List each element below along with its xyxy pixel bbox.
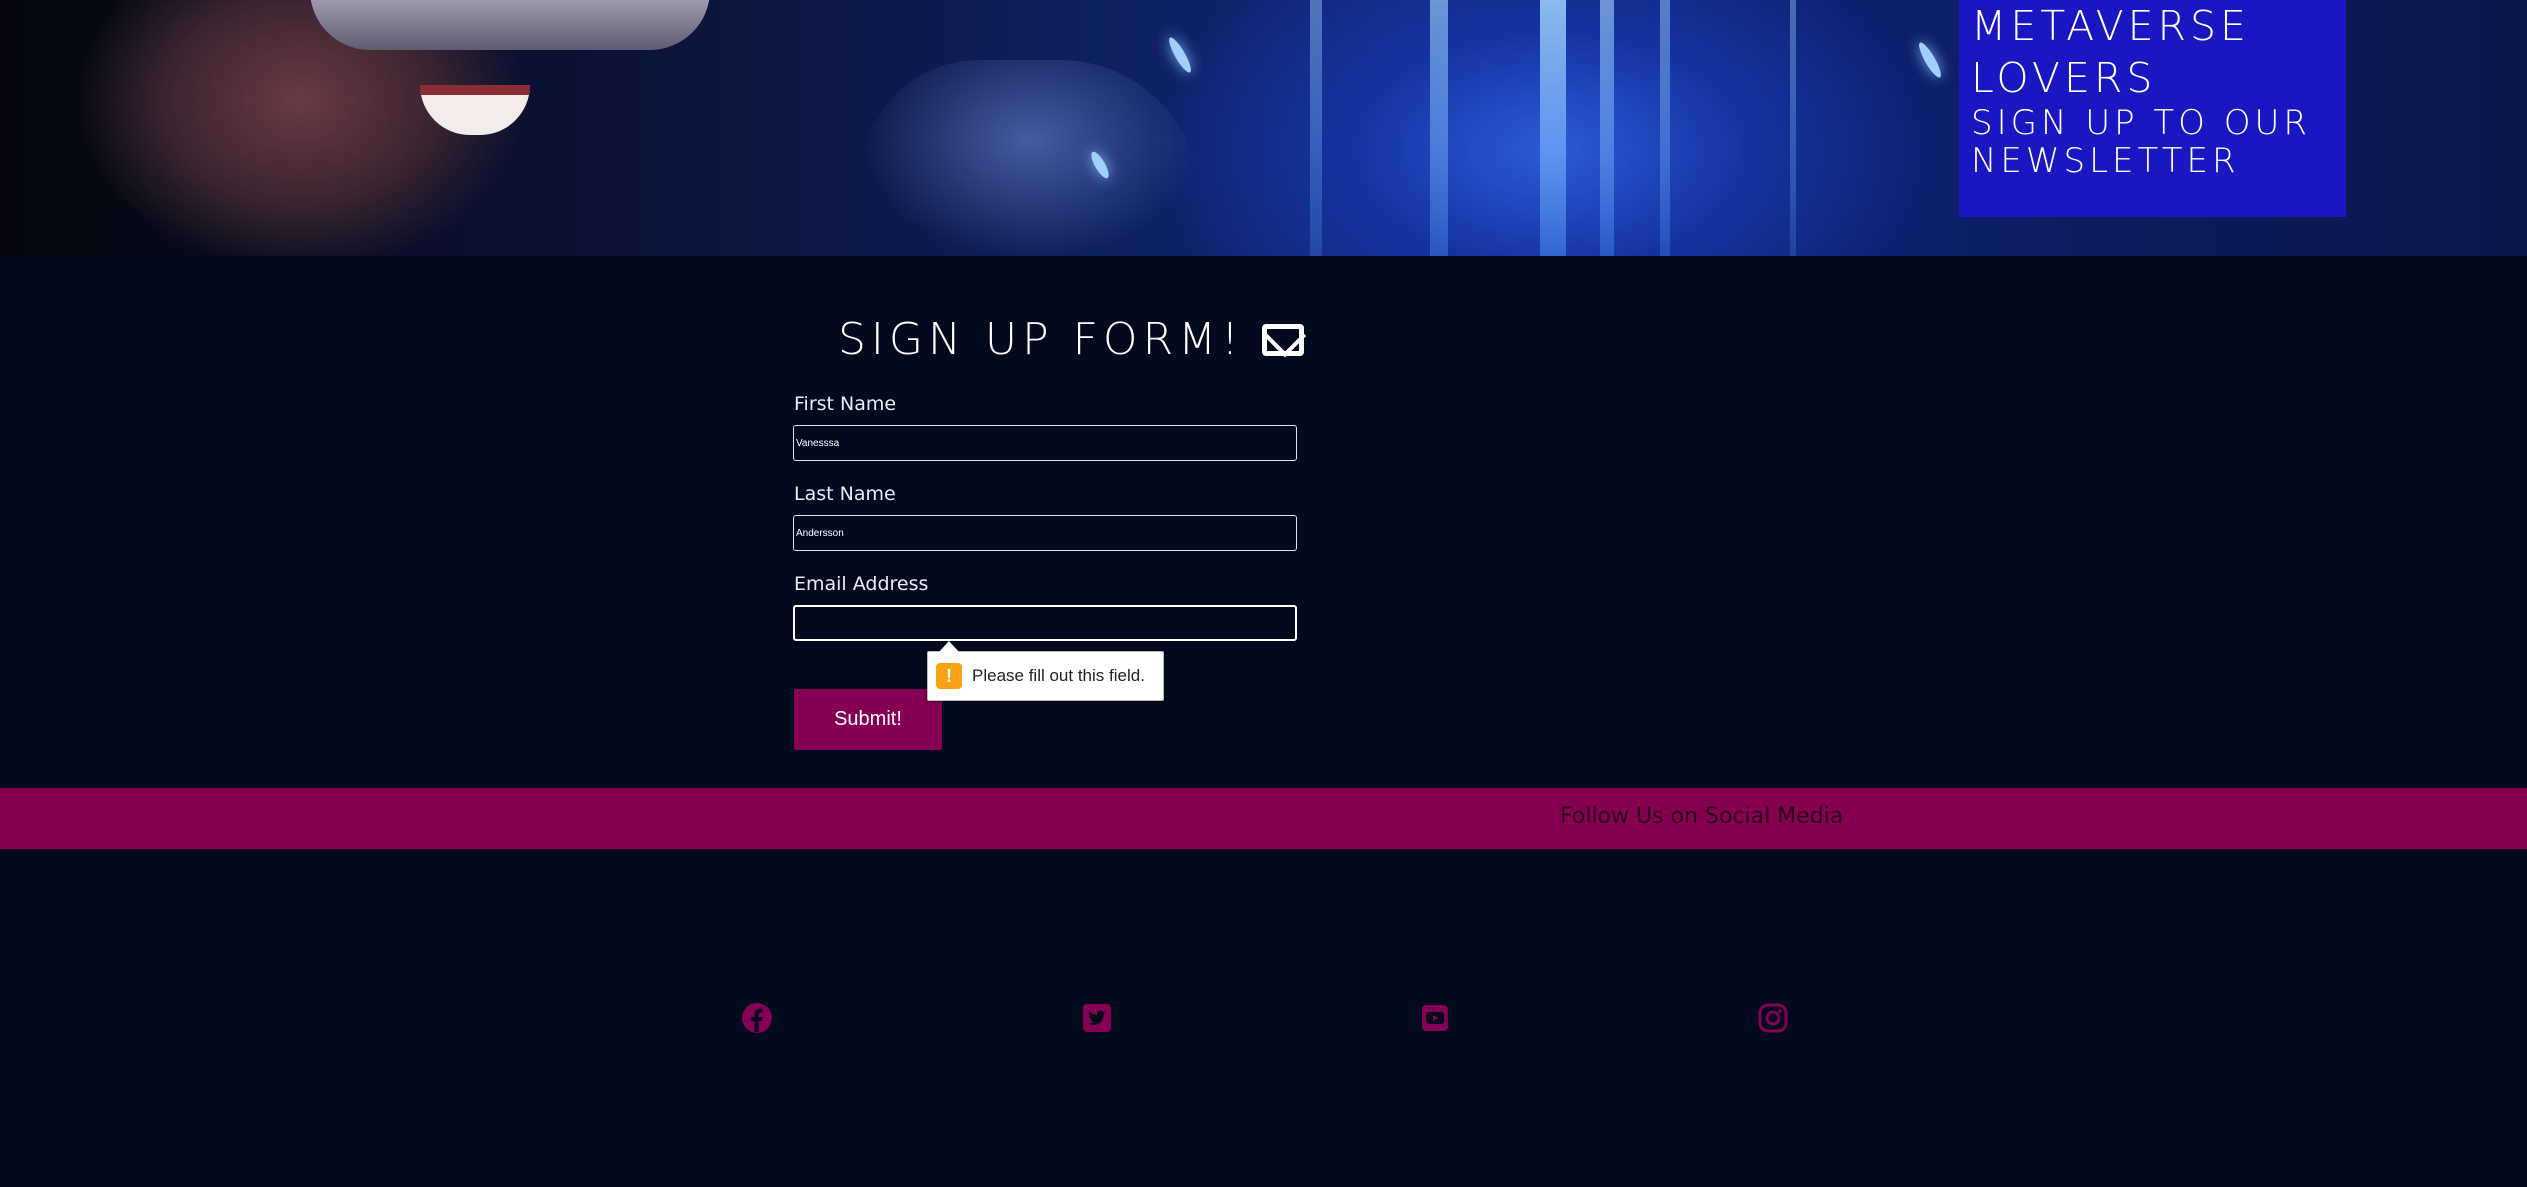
submit-button[interactable]: Submit! (794, 689, 942, 750)
light-beam (1600, 0, 1614, 256)
hero-heading-line2: LOVERS (1971, 54, 2157, 102)
validation-message: Please fill out this field. (972, 666, 1145, 685)
form-title-text: SIGN UP FORM! (838, 314, 1244, 365)
light-glint (1165, 35, 1195, 75)
light-beam (1430, 0, 1448, 256)
twitter-icon[interactable] (1081, 1002, 1113, 1034)
email-label: Email Address (794, 573, 929, 595)
validation-tooltip: ! Please fill out this field. (927, 641, 1164, 701)
first-name-field[interactable] (793, 425, 1297, 461)
form-title: SIGN UP FORM! (838, 314, 1304, 365)
warning-icon: ! (936, 663, 962, 689)
hero-subheading-line2: NEWSLETTER (1971, 141, 2240, 181)
hero-heading-line1: METAVERSE (1971, 2, 2250, 50)
last-name-label: Last Name (794, 483, 896, 505)
facebook-icon[interactable] (741, 1002, 773, 1034)
hero-image-hand (860, 60, 1200, 256)
hero-banner: METAVERSE LOVERS SIGN UP TO OUR NEWSLETT… (0, 0, 2527, 256)
first-name-label: First Name (794, 393, 897, 415)
social-media-bar: Follow Us on Social Media (0, 788, 2527, 849)
social-heading: Follow Us on Social Media (1560, 804, 1844, 829)
envelope-icon (1261, 323, 1304, 356)
vr-headset-image (310, 0, 710, 50)
light-beam (1310, 0, 1322, 256)
newsletter-banner-box: METAVERSE LOVERS SIGN UP TO OUR NEWSLETT… (1959, 0, 2346, 217)
instagram-icon[interactable] (1757, 1002, 1789, 1034)
light-beam (1660, 0, 1670, 256)
youtube-icon[interactable] (1419, 1002, 1451, 1034)
light-glint (1915, 40, 1945, 80)
last-name-field[interactable] (793, 515, 1297, 551)
hero-subheading-line1: SIGN UP TO OUR (1971, 103, 2312, 143)
email-field[interactable] (793, 605, 1297, 641)
light-beam (1790, 0, 1796, 256)
light-beam (1540, 0, 1566, 256)
